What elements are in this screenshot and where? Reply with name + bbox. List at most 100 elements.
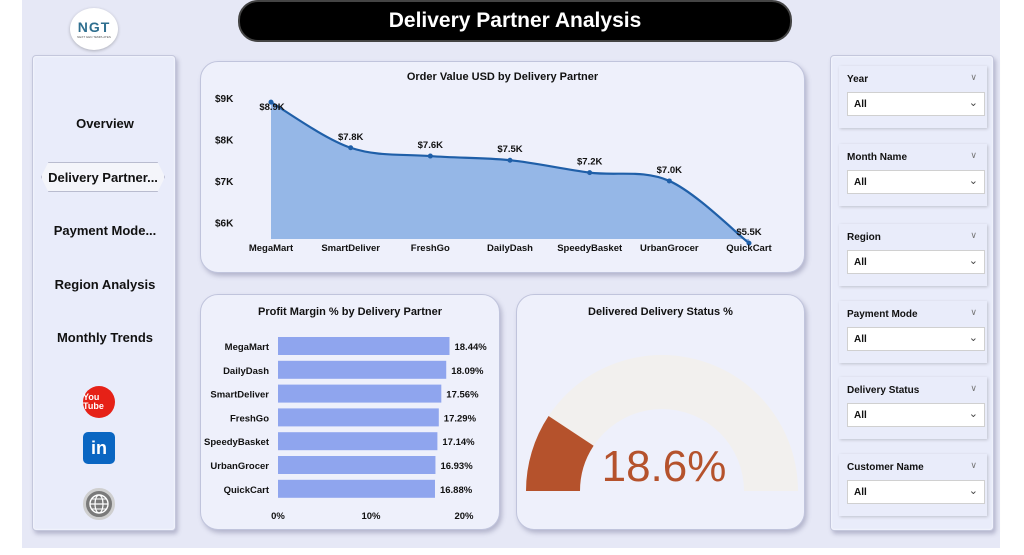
chevron-down-icon[interactable]: ∨	[970, 307, 977, 318]
bar	[278, 384, 442, 403]
data-label: $7.8K	[338, 132, 363, 143]
x-tick-label: QuickCart	[726, 243, 772, 254]
filter-month-name: Month Name ∨ All ⌄	[839, 144, 987, 206]
linkedin-icon[interactable]: in	[83, 432, 115, 464]
data-point	[427, 153, 433, 159]
order-value-chart: $9K $8K $7K $6K $8.9K MegaMart $7.8K SmartDeliv…	[215, 94, 773, 254]
bar	[278, 337, 450, 355]
bar-data-label: 16.93%	[440, 461, 473, 472]
x-tick-label: FreshGo	[411, 243, 450, 254]
filter-delivery-status-dropdown[interactable]: All ⌄	[847, 403, 985, 427]
bar-data-label: 17.29%	[444, 413, 477, 424]
y-tick-label: $9K	[215, 94, 234, 105]
bar-category-label: SmartDeliver	[210, 390, 269, 401]
chevron-down-icon[interactable]: ∨	[970, 383, 977, 394]
linkedin-icon-text: in	[91, 437, 107, 458]
bar	[278, 456, 436, 474]
x-tick-label: MegaMart	[249, 243, 294, 254]
logo-text: NGT	[77, 19, 111, 35]
dropdown-caret-icon: ⌄	[968, 97, 978, 109]
bar-category-label: DailyDash	[223, 366, 269, 377]
profit-margin-chart: MegaMart 18.44% DailyDash 18.09% SmartDelive…	[204, 337, 487, 522]
chevron-down-icon[interactable]: ∨	[970, 460, 977, 471]
data-label: $7.6K	[418, 140, 443, 151]
dropdown-caret-icon: ⌄	[968, 485, 978, 497]
filter-region: Region ∨ All ⌄	[839, 224, 987, 286]
dropdown-caret-icon: ⌄	[968, 332, 978, 344]
filter-value: All	[854, 334, 867, 345]
filter-value: All	[854, 257, 867, 268]
bar-category-label: FreshGo	[230, 413, 269, 424]
data-point	[507, 157, 513, 163]
filter-year: Year ∨ All ⌄	[839, 66, 987, 128]
filter-label: Month Name	[847, 152, 907, 163]
nav-item-payment-mode[interactable]: Payment Mode...	[33, 223, 177, 238]
bar-data-label: 16.88%	[440, 485, 473, 496]
filter-payment-mode: Payment Mode ∨ All ⌄	[839, 301, 987, 363]
chevron-down-icon[interactable]: ∨	[970, 150, 977, 161]
data-label: $7.5K	[497, 144, 522, 155]
y-tick-label: $6K	[215, 218, 234, 229]
data-label: $8.9K	[259, 102, 284, 113]
y-tick-label: $8K	[215, 135, 234, 146]
filter-value: All	[854, 177, 867, 188]
globe-icon[interactable]	[83, 488, 115, 520]
profit-margin-card: Profit Margin % by Delivery Partner Mega…	[200, 294, 500, 530]
logo-subtext: NEXT GEN TEMPLATES	[77, 35, 111, 39]
chevron-down-icon[interactable]: ∨	[970, 230, 977, 241]
filter-panel: Year ∨ All ⌄ Month Name ∨ All ⌄ Region ∨…	[830, 55, 994, 531]
y-tick-label: $7K	[215, 177, 234, 188]
x-tick-label: 10%	[361, 511, 381, 522]
bar-data-label: 18.44%	[454, 342, 487, 353]
data-point	[587, 170, 593, 176]
page-title-text: Delivery Partner Analysis	[388, 9, 642, 32]
data-label: $7.2K	[577, 157, 602, 168]
bar	[278, 408, 439, 427]
bar	[278, 479, 435, 498]
bar	[278, 432, 438, 451]
delivery-status-gauge: 18.6%	[526, 355, 798, 491]
filter-customer-name-dropdown[interactable]: All ⌄	[847, 480, 985, 504]
data-label: $5.5K	[736, 227, 761, 238]
bar-data-label: 17.14%	[442, 437, 475, 448]
nav-item-monthly-trends[interactable]: Monthly Trends	[33, 330, 177, 345]
bar-category-label: UrbanGrocer	[210, 461, 269, 472]
bar-data-label: 18.09%	[451, 366, 484, 377]
nav-item-region-analysis[interactable]: Region Analysis	[33, 277, 177, 292]
youtube-icon-text: You Tube	[83, 392, 104, 411]
company-logo: NGT NEXT GEN TEMPLATES	[70, 8, 118, 50]
filter-label: Payment Mode	[847, 309, 918, 320]
delivery-status-card: Delivered Delivery Status % 18.6%	[516, 294, 805, 530]
dropdown-caret-icon: ⌄	[968, 175, 978, 187]
filter-payment-mode-dropdown[interactable]: All ⌄	[847, 327, 985, 351]
dropdown-caret-icon: ⌄	[968, 255, 978, 267]
filter-value: All	[854, 410, 867, 421]
bar-data-label: 17.56%	[446, 390, 479, 401]
filter-region-dropdown[interactable]: All ⌄	[847, 250, 985, 274]
youtube-icon[interactable]: You Tube	[83, 386, 115, 418]
bar-category-label: MegaMart	[225, 342, 270, 353]
x-tick-label: UrbanGrocer	[640, 243, 699, 254]
filter-label: Year	[847, 74, 869, 85]
nav-item-delivery-partner[interactable]: Delivery Partner...	[41, 162, 165, 192]
filter-label: Delivery Status	[847, 385, 920, 396]
data-label: $7.0K	[657, 165, 682, 176]
chevron-down-icon[interactable]: ∨	[970, 72, 977, 83]
filter-customer-name: Customer Name ∨ All ⌄	[839, 454, 987, 516]
dropdown-caret-icon: ⌄	[968, 408, 978, 420]
filter-value: All	[854, 99, 867, 110]
x-tick-label: SmartDeliver	[321, 243, 380, 254]
page-title: Delivery Partner Analysis	[238, 0, 792, 42]
nav-item-overview[interactable]: Overview	[33, 116, 177, 131]
bar-category-label: QuickCart	[224, 485, 270, 496]
filter-label: Customer Name	[847, 462, 924, 473]
order-value-card: Order Value USD by Delivery Partner $9K $…	[200, 61, 805, 273]
filter-year-dropdown[interactable]: All ⌄	[847, 92, 985, 116]
bar	[278, 360, 447, 379]
globe-glyph	[89, 494, 109, 514]
x-tick-label: DailyDash	[487, 243, 533, 254]
filter-month-name-dropdown[interactable]: All ⌄	[847, 170, 985, 194]
data-point	[666, 178, 672, 184]
bar-category-label: SpeedyBasket	[204, 437, 270, 448]
x-tick-label: SpeedyBasket	[557, 243, 623, 254]
